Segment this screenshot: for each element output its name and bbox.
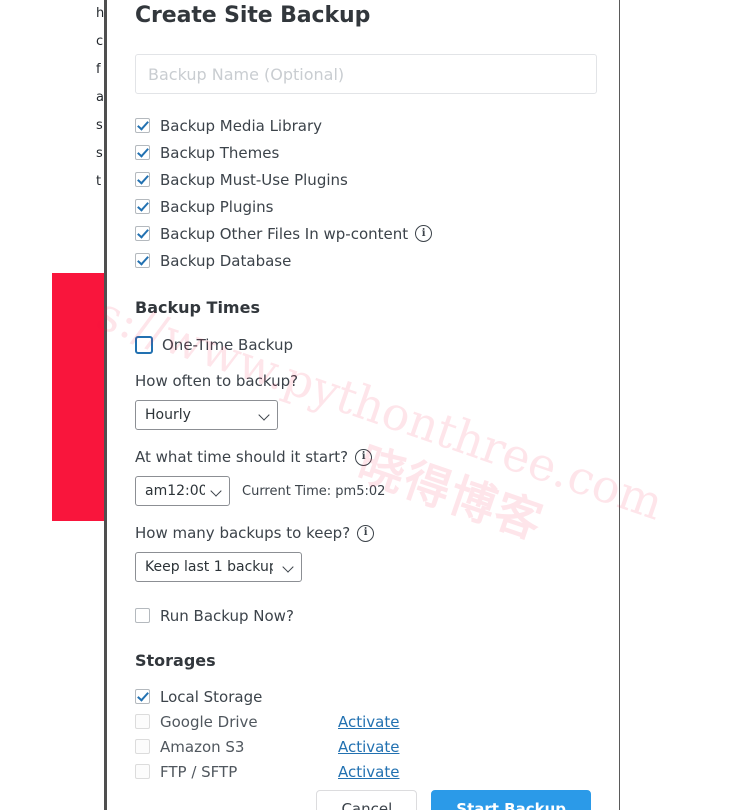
backup-item-label: Backup Other Files In wp-content xyxy=(160,224,409,243)
backup-item-themes[interactable]: Backup Themes xyxy=(135,139,591,166)
checkbox-media-library[interactable] xyxy=(135,118,150,133)
keep-count-select[interactable]: Keep last 1 backup xyxy=(135,552,302,582)
backup-item-other-files[interactable]: Backup Other Files In wp-content i xyxy=(135,220,591,247)
storage-row-ftp-sftp[interactable]: FTP / SFTP Activate xyxy=(135,759,591,784)
keep-count-label: How many backups to keep? i xyxy=(135,524,591,542)
start-backup-button[interactable]: Start Backup xyxy=(431,790,591,810)
storages-list: Local Storage Google Drive Activate Amaz… xyxy=(135,684,591,784)
keep-count-label-text: How many backups to keep? xyxy=(135,524,351,542)
checkbox-run-backup-now[interactable] xyxy=(135,608,150,623)
checkbox-themes[interactable] xyxy=(135,145,150,160)
checkbox-plugins[interactable] xyxy=(135,199,150,214)
checkbox-local-storage[interactable] xyxy=(135,689,150,704)
section-heading-backup-times: Backup Times xyxy=(135,298,260,317)
backup-item-label: Backup Database xyxy=(160,251,292,270)
checkbox-other-files[interactable] xyxy=(135,226,150,241)
frequency-select-wrapper[interactable]: Hourly xyxy=(135,400,278,430)
activate-link-ftp-sftp[interactable]: Activate xyxy=(338,763,399,781)
frequency-select[interactable]: Hourly xyxy=(135,400,278,430)
storage-label: Google Drive xyxy=(160,712,258,731)
one-time-backup-row[interactable]: One-Time Backup xyxy=(135,331,591,358)
backup-name-input[interactable] xyxy=(135,54,597,94)
run-backup-now-row[interactable]: Run Backup Now? xyxy=(135,602,591,629)
storage-label: Local Storage xyxy=(160,687,263,706)
start-time-select[interactable]: am12:00 xyxy=(135,476,230,506)
checkbox-database[interactable] xyxy=(135,253,150,268)
backup-item-media-library[interactable]: Backup Media Library xyxy=(135,112,591,139)
checkbox-one-time-backup[interactable] xyxy=(135,335,153,354)
section-heading-storages: Storages xyxy=(135,651,216,670)
cancel-button[interactable]: Cancel xyxy=(316,790,418,810)
storage-label: Amazon S3 xyxy=(160,737,245,756)
keep-count-select-wrapper[interactable]: Keep last 1 backup xyxy=(135,552,302,582)
modal-body: Create Site Backup Backup Media Library … xyxy=(107,0,619,810)
start-time-row: am12:00 Current Time: pm5:02 xyxy=(135,476,591,506)
storage-row-google-drive[interactable]: Google Drive Activate xyxy=(135,709,591,734)
backup-item-label: Backup Must-Use Plugins xyxy=(160,170,348,189)
storage-row-amazon-s3[interactable]: Amazon S3 Activate xyxy=(135,734,591,759)
backup-item-database[interactable]: Backup Database xyxy=(135,247,591,274)
activate-link-google-drive[interactable]: Activate xyxy=(338,713,399,731)
backup-item-must-use-plugins[interactable]: Backup Must-Use Plugins xyxy=(135,166,591,193)
backup-items-list: Backup Media Library Backup Themes Backu… xyxy=(135,112,591,274)
storage-label: FTP / SFTP xyxy=(160,762,238,781)
checkbox-amazon-s3 xyxy=(135,739,150,754)
activate-link-amazon-s3[interactable]: Activate xyxy=(338,738,399,756)
start-time-label-text: At what time should it start? xyxy=(135,448,349,466)
checkbox-ftp-sftp xyxy=(135,764,150,779)
backup-item-label: Backup Plugins xyxy=(160,197,274,216)
checkbox-google-drive xyxy=(135,714,150,729)
checkbox-must-use-plugins[interactable] xyxy=(135,172,150,187)
start-time-label: At what time should it start? i xyxy=(135,448,591,466)
start-time-select-wrapper[interactable]: am12:00 xyxy=(135,476,230,506)
frequency-label-text: How often to backup? xyxy=(135,372,299,390)
info-icon[interactable]: i xyxy=(415,225,433,242)
info-icon[interactable]: i xyxy=(355,448,373,466)
backup-item-label: Backup Themes xyxy=(160,143,280,162)
backup-item-label: Backup Media Library xyxy=(160,116,323,135)
current-time-text: Current Time: pm5:02 xyxy=(242,483,386,499)
one-time-backup-label: One-Time Backup xyxy=(162,335,294,354)
run-backup-now-label: Run Backup Now? xyxy=(160,606,294,625)
create-backup-modal: Create Site Backup Backup Media Library … xyxy=(104,0,620,810)
frequency-label: How often to backup? xyxy=(135,372,591,390)
modal-footer: Cancel Start Backup xyxy=(135,790,591,810)
page-title: Create Site Backup xyxy=(135,3,371,28)
storage-row-local-storage[interactable]: Local Storage xyxy=(135,684,591,709)
backup-item-plugins[interactable]: Backup Plugins xyxy=(135,193,591,220)
info-icon[interactable]: i xyxy=(357,524,375,542)
